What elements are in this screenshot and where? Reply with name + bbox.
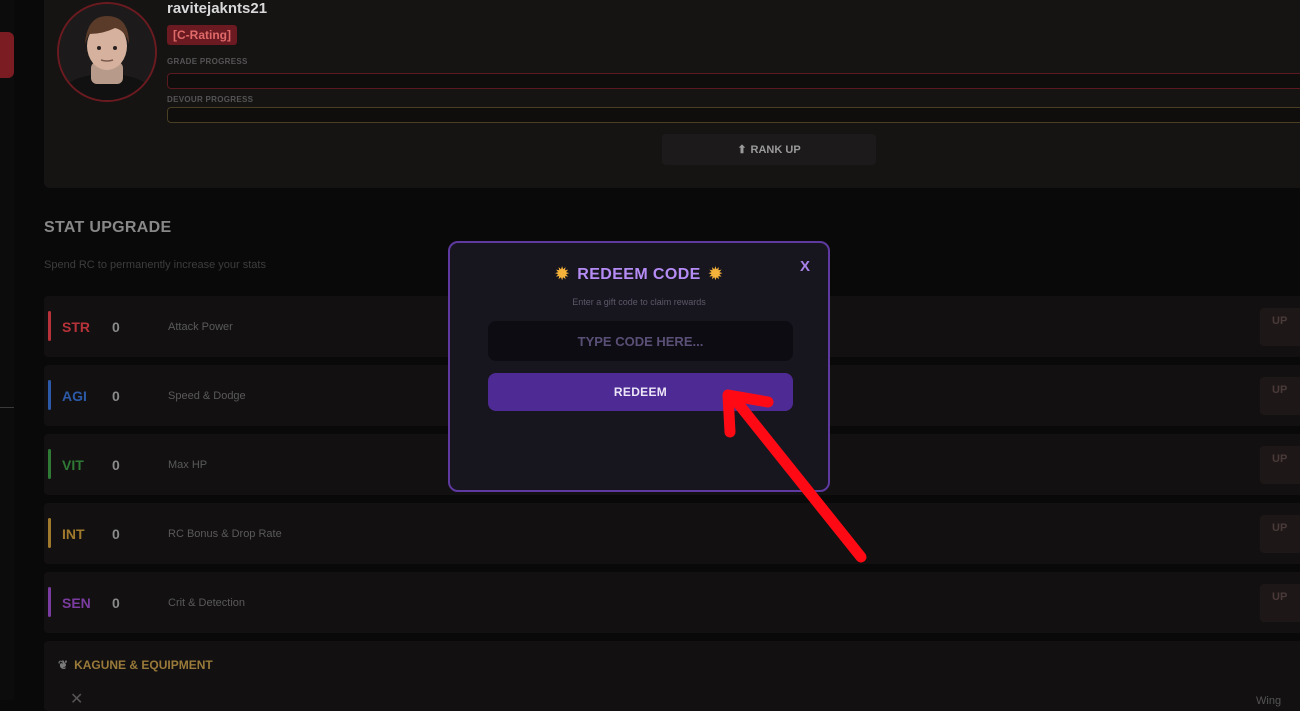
stat-name: INT [62,526,85,542]
kagune-title-label: KAGUNE & EQUIPMENT [74,658,213,672]
modal-title: ✹ REDEEM CODE ✹ [450,264,828,284]
stat-value: 0 [112,457,120,473]
stat-up-button-sen[interactable]: UP [1260,584,1300,622]
stat-up-button-int[interactable]: UP [1260,515,1300,553]
username: ravitejaknts21 [167,0,268,17]
stat-description: Crit & Detection [168,597,246,609]
stat-up-button-str[interactable]: UP [1260,308,1300,346]
modal-title-label: REDEEM CODE [577,266,701,283]
stat-upgrade-title: STAT UPGRADE [44,219,172,236]
stat-value: 0 [112,319,120,335]
stat-name: VIT [62,457,84,473]
modal-subtitle: Enter a gift code to claim rewards [572,297,706,307]
stat-row-int: INT 0 RC Bonus & Drop Rate UP [44,503,1300,564]
stat-name: STR [62,319,90,335]
stat-description: Speed & Dodge [168,390,246,402]
stat-name: SEN [62,595,91,611]
avatar-image [59,4,155,100]
close-button[interactable]: X [800,258,810,275]
grade-progress-bar [167,73,1300,89]
stat-accent-bar [48,587,51,617]
stat-accent-bar [48,380,51,410]
stat-value: 0 [112,595,120,611]
stat-value: 0 [112,526,120,542]
unequip-icon[interactable]: ✕ [70,689,83,709]
redeem-button[interactable]: REDEEM [488,373,793,411]
kagune-equipment-card: ❦ KAGUNE & EQUIPMENT ✕ Wing [44,641,1300,711]
stat-description: Max HP [168,459,208,471]
rank-up-label: RANK UP [750,143,801,156]
stat-description: RC Bonus & Drop Rate [168,528,282,540]
stat-accent-bar [48,311,51,341]
stat-accent-bar [48,518,51,548]
sun-icon: ✹ [555,266,570,283]
rating-badge: [C-Rating] [167,25,237,45]
kagune-slot-value: Wing [1256,695,1282,707]
grade-progress-label: GRADE PROGRESS [167,57,248,66]
avatar [57,2,157,102]
kagune-icon: ❦ [58,658,69,672]
rank-up-button[interactable]: ⬆ RANK UP [662,134,876,165]
stat-up-button-agi[interactable]: UP [1260,377,1300,415]
stat-upgrade-subtitle: Spend RC to permanently increase your st… [44,259,266,271]
stat-description: Attack Power [168,321,233,333]
stat-accent-bar [48,449,51,479]
stat-row-sen: SEN 0 Crit & Detection UP [44,572,1300,633]
left-sidebar [0,0,14,700]
stat-name: AGI [62,388,87,404]
sidebar-divider [0,407,14,408]
sidebar-active-tab[interactable] [0,32,14,78]
stat-value: 0 [112,388,120,404]
devour-progress-label: DEVOUR PROGRESS [167,95,254,104]
stat-up-button-vit[interactable]: UP [1260,446,1300,484]
gift-code-input[interactable] [488,321,793,361]
arrow-up-icon: ⬆ [737,144,747,156]
sun-icon: ✹ [708,266,723,283]
redeem-code-modal: ✹ REDEEM CODE ✹ Enter a gift code to claim… [448,241,830,492]
devour-progress-bar [167,107,1300,123]
kagune-title: ❦ KAGUNE & EQUIPMENT [58,658,213,672]
